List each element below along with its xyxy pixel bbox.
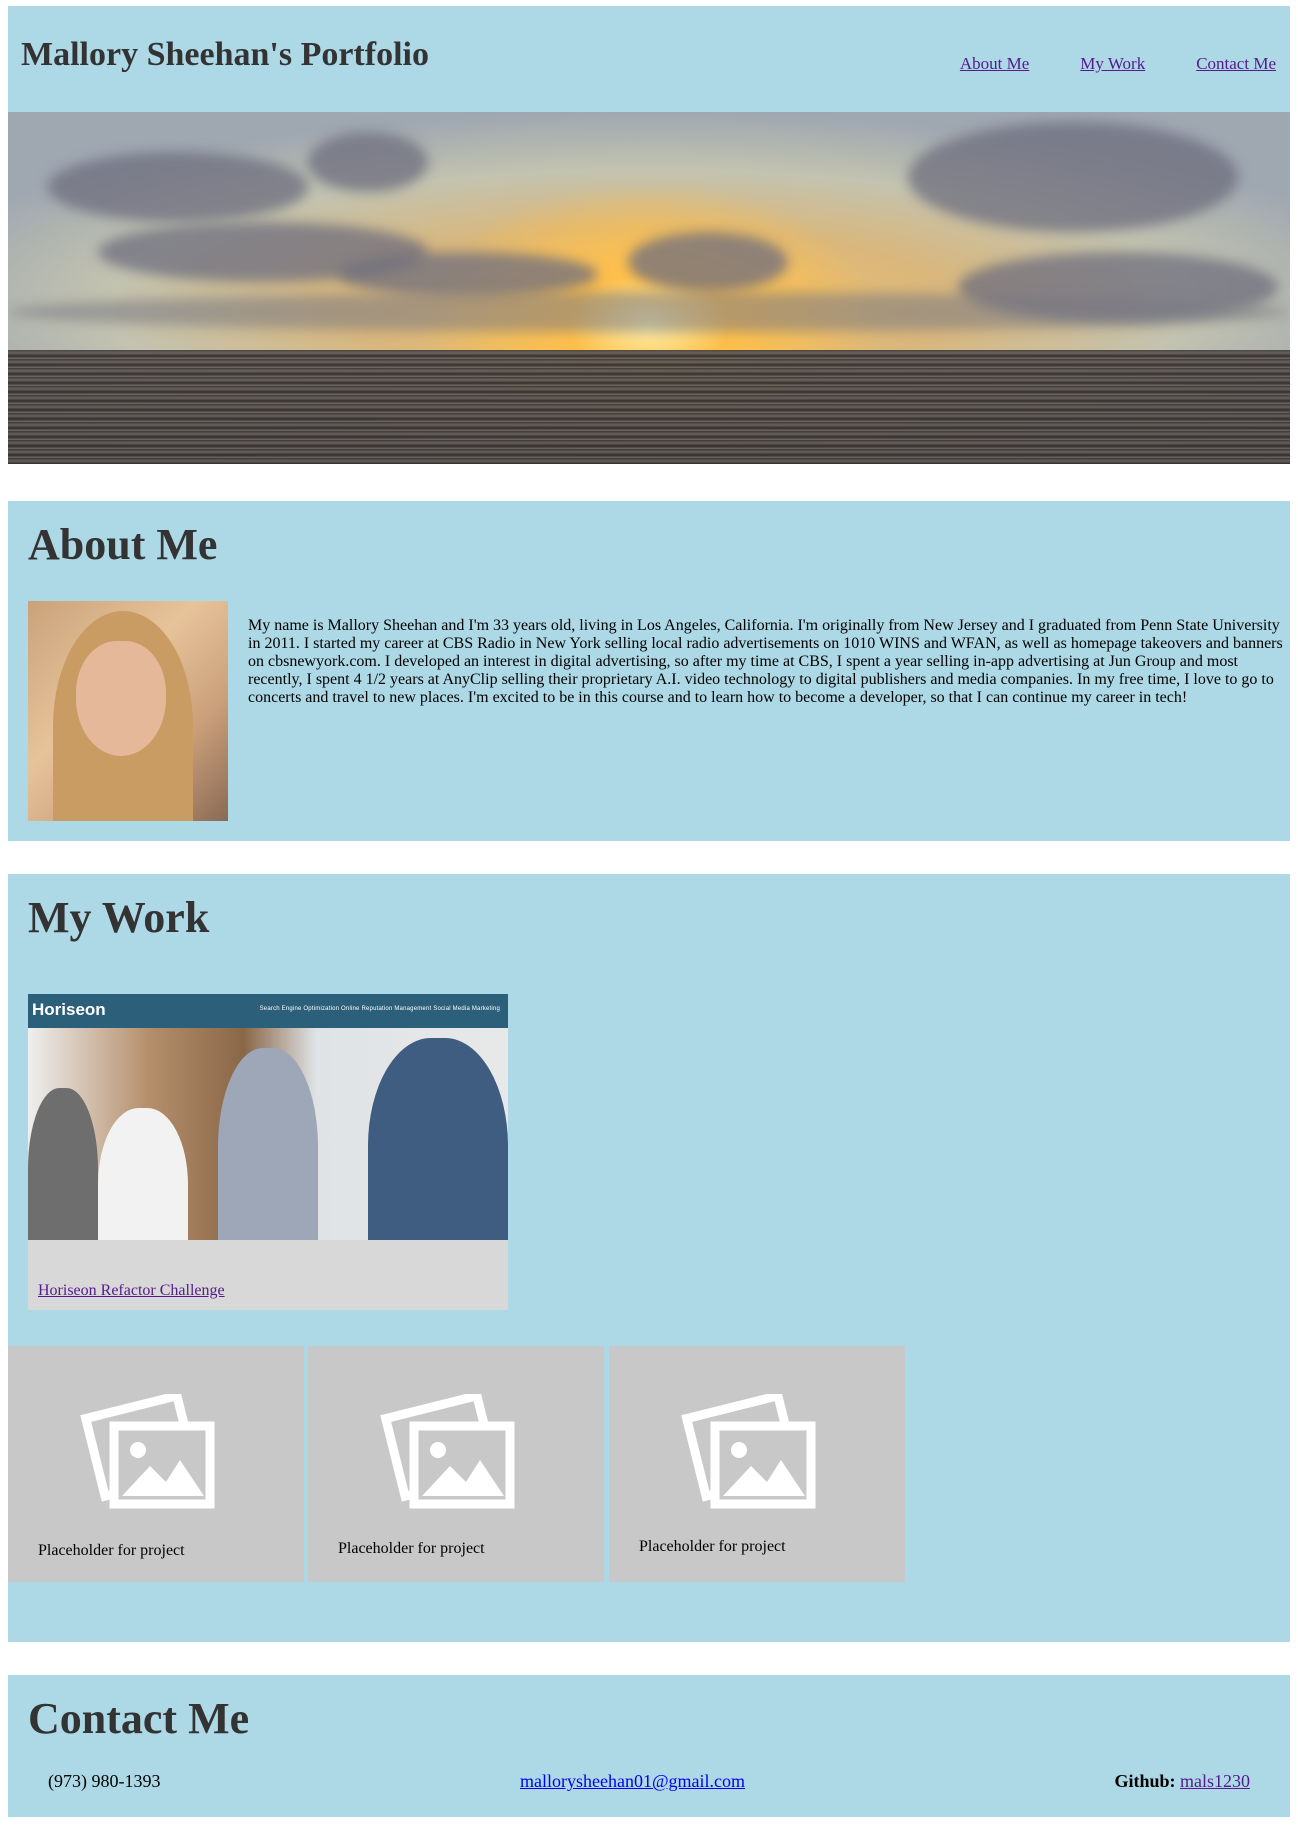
hero-sunset-image — [8, 112, 1290, 464]
contact-email-link[interactable]: mallorysheehan01@gmail.com — [520, 1771, 745, 1792]
project-placeholder-card[interactable]: Placeholder for project — [609, 1346, 905, 1582]
image-placeholder-icon — [380, 1394, 515, 1509]
nav-link-work[interactable]: My Work — [1080, 54, 1145, 73]
work-heading: My Work — [28, 893, 210, 942]
contact-heading: Contact Me — [28, 1694, 250, 1743]
project-screenshot-navbar: Horiseon Search Engine Optimization Onli… — [28, 994, 508, 1028]
project-placeholder-label: Placeholder for project — [338, 1540, 485, 1557]
site-title: Mallory Sheehan's Portfolio — [21, 36, 429, 73]
nav-link-contact[interactable]: Contact Me — [1196, 54, 1276, 73]
image-placeholder-icon — [80, 1394, 215, 1509]
project-placeholder-label: Placeholder for project — [639, 1538, 786, 1555]
github-link[interactable]: mals1230 — [1180, 1771, 1250, 1791]
about-heading: About Me — [28, 520, 218, 569]
contact-section: Contact Me (973) 980-1393 mallorysheehan… — [8, 1675, 1290, 1817]
project-menu: Search Engine Optimization Online Reputa… — [259, 1006, 500, 1012]
about-bio: My name is Mallory Sheehan and I'm 33 ye… — [248, 617, 1283, 706]
featured-project-card[interactable]: Horiseon Search Engine Optimization Onli… — [28, 994, 508, 1310]
work-section: My Work Horiseon Search Engine Optimizat… — [8, 874, 1290, 1642]
featured-project-link[interactable]: Horiseon Refactor Challenge — [38, 1282, 225, 1300]
profile-photo — [28, 601, 228, 821]
contact-github: Github: mals1230 — [1114, 1771, 1250, 1792]
project-screenshot-image — [28, 1028, 508, 1310]
about-section: About Me My name is Mallory Sheehan and … — [8, 501, 1290, 841]
github-label: Github: — [1114, 1771, 1176, 1791]
project-placeholder-card[interactable]: Placeholder for project — [308, 1346, 604, 1582]
contact-phone: (973) 980-1393 — [48, 1771, 161, 1791]
nav-link-about[interactable]: About Me — [960, 54, 1029, 73]
project-brand: Horiseon — [32, 1000, 106, 1019]
site-header: Mallory Sheehan's Portfolio About Me My … — [8, 6, 1290, 112]
image-placeholder-icon — [681, 1394, 816, 1509]
main-nav: About Me My Work Contact Me — [913, 54, 1276, 74]
project-placeholder-card[interactable]: Placeholder for project — [8, 1346, 304, 1582]
project-placeholder-label: Placeholder for project — [38, 1542, 185, 1559]
